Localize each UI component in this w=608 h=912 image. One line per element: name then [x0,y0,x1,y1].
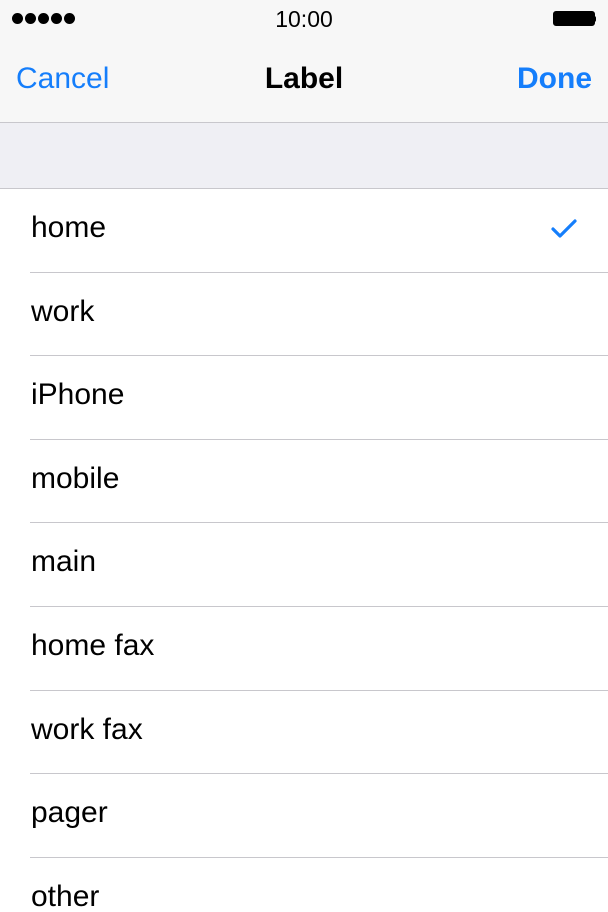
battery-icon [553,11,596,26]
label-option-pager[interactable]: pager [0,774,608,858]
label-option-text: home fax [31,628,155,662]
label-option-text: home [31,211,107,244]
label-option-text: mobile [31,461,120,495]
label-option-text: work [31,294,95,328]
label-option-main[interactable]: main [0,523,608,607]
battery-body [553,11,595,26]
top-bar: 10:00 Cancel Label Done [0,0,608,123]
checkmark-icon [551,219,577,238]
battery-tip [593,16,596,22]
label-option-text: iPhone [31,378,125,412]
status-bar: 10:00 [0,0,608,40]
label-option-home-fax[interactable]: home fax [0,606,608,691]
label-option-work-fax[interactable]: work fax [0,690,608,775]
label-list: home work iPhone mobile main home fax wo… [0,189,608,912]
navigation-bar: Cancel Label Done [0,40,608,122]
label-option-iphone[interactable]: iPhone [0,356,608,440]
label-option-mobile[interactable]: mobile [0,439,608,524]
label-option-home[interactable]: home [0,189,608,273]
label-option-text: main [31,545,97,579]
label-picker-screen: 10:00 Cancel Label Done home work iPhone… [0,0,608,912]
label-option-text: other [31,879,100,912]
done-button[interactable]: Done [517,62,592,96]
label-option-work[interactable]: work [0,272,608,357]
label-option-text: work fax [31,712,143,746]
label-option-text: pager [31,796,108,830]
section-header-spacer [0,123,608,189]
label-option-other[interactable]: other [0,857,608,912]
status-time: 10:00 [275,6,333,32]
